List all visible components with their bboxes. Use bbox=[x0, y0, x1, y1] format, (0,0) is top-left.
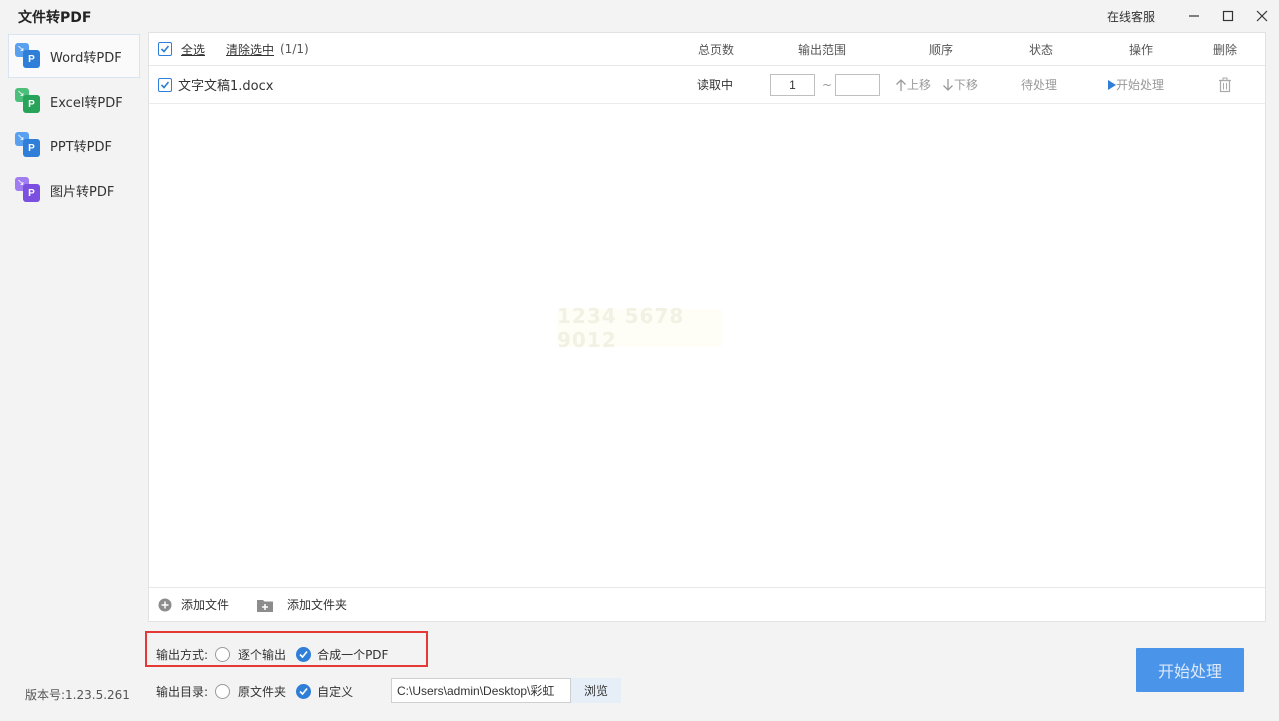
app-title: 文件转PDF bbox=[18, 10, 92, 26]
ppt-to-pdf-icon: ↘ P bbox=[15, 132, 41, 158]
output-one-by-one-label[interactable]: 逐个输出 bbox=[238, 646, 286, 663]
total-pages-value: 读取中 bbox=[697, 78, 734, 92]
move-down-label: 下移 bbox=[954, 78, 979, 92]
sidebar-item-label: Excel转PDF bbox=[50, 95, 123, 111]
excel-to-pdf-icon: ↘ P bbox=[15, 88, 41, 114]
table-row[interactable]: 文字文稿1.docx 读取中 ~ 上移 下移 待处理 开始处理 bbox=[149, 66, 1265, 104]
row-start-label: 开始处理 bbox=[1116, 78, 1165, 92]
minimize-icon bbox=[1189, 15, 1199, 17]
move-up-label: 上移 bbox=[907, 78, 932, 92]
trash-icon bbox=[1219, 77, 1231, 92]
panel-footer: 添加文件 添加文件夹 bbox=[149, 587, 1265, 621]
file-name: 文字文稿1.docx bbox=[178, 79, 274, 94]
app-window: 文件转PDF 在线客服 ↘ P Word转PDF ↘ P Excel转PDF ↘… bbox=[0, 0, 1279, 721]
output-one-by-one-radio[interactable] bbox=[215, 646, 231, 662]
check-icon bbox=[299, 650, 308, 658]
maximize-icon bbox=[1222, 10, 1234, 22]
row-checkbox[interactable] bbox=[158, 77, 172, 92]
check-icon bbox=[160, 80, 170, 89]
arrow-up-icon bbox=[896, 78, 906, 91]
range-separator: ~ bbox=[822, 77, 833, 92]
sidebar-item-image[interactable]: ↘ P 图片转PDF bbox=[8, 168, 140, 212]
status-value: 待处理 bbox=[1021, 78, 1058, 92]
column-status: 状态 bbox=[1029, 42, 1054, 57]
column-order: 顺序 bbox=[929, 42, 954, 57]
sidebar-item-ppt[interactable]: ↘ P PPT转PDF bbox=[8, 123, 140, 167]
column-output-range: 输出范围 bbox=[798, 42, 847, 57]
add-file-button[interactable]: 添加文件 bbox=[158, 596, 229, 613]
sidebar: ↘ P Word转PDF ↘ P Excel转PDF ↘ P PPT转PDF ↘… bbox=[0, 32, 148, 721]
row-start-button[interactable]: 开始处理 bbox=[1107, 66, 1164, 103]
sidebar-item-label: 图片转PDF bbox=[50, 184, 115, 200]
select-all-checkbox[interactable] bbox=[158, 42, 172, 56]
output-dir-row: 输出目录: 原文件夹 自定义 bbox=[156, 678, 353, 704]
clear-selection-link[interactable]: 清除选中 bbox=[226, 41, 274, 58]
output-dir-custom-radio[interactable] bbox=[296, 683, 312, 699]
close-icon bbox=[1256, 10, 1268, 22]
watermark: 1234 5678 9012 bbox=[557, 304, 722, 352]
output-dir-original-label[interactable]: 原文件夹 bbox=[238, 683, 286, 700]
sidebar-item-label: PPT转PDF bbox=[50, 139, 112, 155]
table-header: 全选 清除选中 (1/1) 总页数 输出范围 顺序 状态 操作 删除 bbox=[149, 33, 1265, 66]
minimize-button[interactable] bbox=[1177, 0, 1211, 32]
add-folder-label: 添加文件夹 bbox=[287, 598, 348, 612]
check-icon bbox=[299, 687, 308, 695]
title-bar: 文件转PDF 在线客服 bbox=[0, 0, 1279, 32]
sidebar-item-excel[interactable]: ↘ P Excel转PDF bbox=[8, 79, 140, 123]
add-file-label: 添加文件 bbox=[181, 598, 230, 612]
maximize-button[interactable] bbox=[1211, 0, 1245, 32]
selection-count: (1/1) bbox=[280, 42, 309, 56]
word-to-pdf-icon: ↘ P bbox=[15, 43, 41, 69]
column-total-pages: 总页数 bbox=[698, 42, 735, 57]
output-dir-label: 输出目录: bbox=[156, 684, 209, 699]
file-list-panel: 全选 清除选中 (1/1) 总页数 输出范围 顺序 状态 操作 删除 文字文稿1… bbox=[148, 32, 1266, 622]
output-dir-original-radio[interactable] bbox=[215, 683, 231, 699]
online-support-link[interactable]: 在线客服 bbox=[1107, 8, 1155, 25]
delete-button[interactable] bbox=[1218, 66, 1232, 103]
start-processing-button[interactable]: 开始处理 bbox=[1136, 648, 1244, 692]
add-folder-button[interactable]: 添加文件夹 bbox=[257, 596, 347, 613]
output-dir-custom-label[interactable]: 自定义 bbox=[317, 683, 353, 700]
add-folder-icon bbox=[257, 599, 274, 612]
image-to-pdf-icon: ↘ P bbox=[15, 177, 41, 203]
add-circle-icon bbox=[158, 598, 172, 611]
range-to-input[interactable] bbox=[835, 73, 880, 96]
move-up-button[interactable]: 上移 bbox=[895, 66, 931, 103]
output-path-field[interactable]: C:\Users\admin\Desktop\彩虹 bbox=[391, 678, 571, 703]
move-down-button[interactable]: 下移 bbox=[942, 66, 978, 103]
check-icon bbox=[160, 45, 170, 53]
output-mode-row: 输出方式: 逐个输出 合成一个PDF bbox=[156, 641, 388, 667]
output-mode-label: 输出方式: bbox=[156, 647, 209, 662]
output-merge-radio[interactable] bbox=[296, 646, 312, 662]
range-from-input[interactable] bbox=[770, 73, 815, 96]
close-button[interactable] bbox=[1245, 0, 1279, 32]
column-delete: 删除 bbox=[1213, 42, 1238, 57]
title-bar-controls: 在线客服 bbox=[1107, 0, 1279, 32]
select-all-link[interactable]: 全选 bbox=[181, 41, 205, 58]
arrow-down-icon bbox=[943, 78, 953, 91]
output-merge-label[interactable]: 合成一个PDF bbox=[317, 646, 388, 663]
sidebar-item-word[interactable]: ↘ P Word转PDF bbox=[8, 34, 140, 78]
version-label: 版本号:1.23.5.261 bbox=[25, 688, 130, 702]
sidebar-item-label: Word转PDF bbox=[50, 50, 122, 66]
column-action: 操作 bbox=[1129, 42, 1154, 57]
play-icon bbox=[1108, 79, 1116, 90]
browse-button[interactable]: 浏览 bbox=[571, 678, 621, 703]
select-all-checkbox-cell bbox=[158, 33, 172, 65]
